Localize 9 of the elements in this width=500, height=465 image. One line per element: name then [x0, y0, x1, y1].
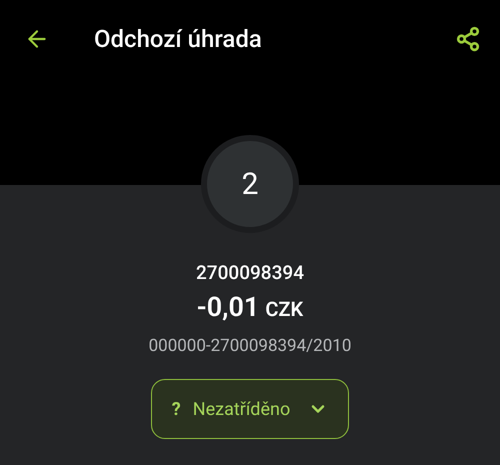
- category-label: Nezatříděno: [192, 398, 290, 422]
- header-title: Odchozí úhrada: [94, 24, 262, 55]
- question-mark-icon: ?: [172, 396, 181, 422]
- account-number: 000000-2700098394/2010: [148, 335, 352, 357]
- account-name: 2700098394: [196, 261, 304, 285]
- amount: -0,01: [196, 291, 260, 323]
- category-dropdown[interactable]: ? Nezatříděno: [150, 379, 350, 439]
- share-button[interactable]: [454, 25, 482, 53]
- currency: CZK: [265, 296, 304, 323]
